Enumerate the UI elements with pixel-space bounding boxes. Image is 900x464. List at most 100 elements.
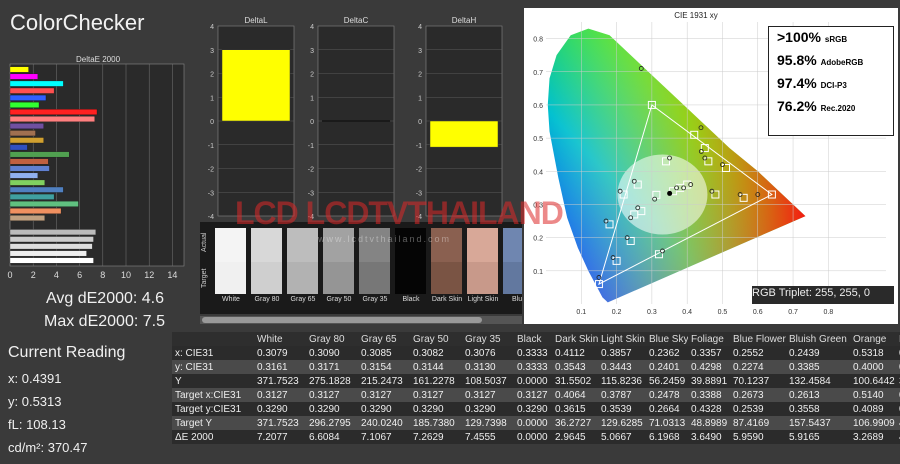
table-header-cell (172, 332, 254, 346)
table-cell: 39.8891 (688, 374, 730, 388)
table-cell: 36.2727 (552, 416, 598, 430)
cie-y-tick: 0.7 (533, 70, 543, 77)
deltae-bar (9, 80, 64, 87)
delta-charts: 43210-1-2-3-443210-1-2-3-443210-1-2-3-4 (208, 24, 503, 221)
actual-label: Actual (201, 232, 208, 252)
deltae-bar (9, 250, 87, 257)
table-header-cell: Bluish Green (786, 332, 850, 346)
table-cell: 0.3085 (358, 346, 410, 360)
table-header-cell: Orange (850, 332, 896, 346)
deltae-x-tick: 10 (121, 270, 131, 280)
table-cell: 132.4584 (786, 374, 850, 388)
swatch-blue: Blue (502, 226, 522, 314)
table-cell: 108.5037 (462, 374, 514, 388)
deltae-bar (9, 172, 38, 179)
table-header-cell: Black (514, 332, 552, 346)
table-cell: 0.4089 (850, 402, 896, 416)
gamut-standard: DCI-P3 (820, 81, 847, 90)
swatch-actual (467, 228, 498, 262)
table-cell: 71.0313 (646, 416, 688, 430)
table-cell: 0.3127 (254, 388, 306, 402)
delta-y-tick: 4 (418, 24, 422, 31)
delta-y-tick: 0 (418, 119, 422, 126)
table-cell: 0.3290 (254, 402, 306, 416)
gamut-percentage: 95.8% (777, 52, 821, 68)
table-cell: 0.4298 (688, 360, 730, 374)
table-cell: 0.2439 (786, 346, 850, 360)
table-cell: 0.16 (896, 360, 900, 374)
table-cell: 0.3615 (552, 402, 598, 416)
table-cell: 56.2459 (646, 374, 688, 388)
table-cell: 3.6490 (688, 430, 730, 444)
table-cell: 0.2274 (730, 360, 786, 374)
swatch-scrollbar[interactable] (200, 316, 522, 324)
delta-y-tick: 2 (418, 72, 422, 79)
table-cell: y: CIE31 (172, 360, 254, 374)
deltae-bar (9, 208, 62, 214)
table-cell: 0.3388 (688, 388, 730, 402)
table-cell: 0.3130 (462, 360, 514, 374)
delta-y-tick: 2 (210, 72, 214, 79)
table-row: Target y:CIE31 0.3290 0.3290 0.3290 0.3290 0.… (172, 402, 900, 416)
delta-y-tick: -2 (416, 167, 422, 174)
table-cell: 0.3385 (786, 360, 850, 374)
table-cell: 0.2613 (786, 388, 850, 402)
table-header-cell: Foliage (688, 332, 730, 346)
swatch-scrollbar-thumb[interactable] (202, 317, 482, 323)
current-reading-title: Current Reading (8, 344, 126, 361)
table-cell: 3.2689 (850, 430, 896, 444)
table-cell: 0.3333 (514, 360, 552, 374)
swatch-target (503, 262, 522, 294)
table-header-cell: White (254, 332, 306, 346)
table-cell: 0.3787 (598, 388, 646, 402)
table-cell: 0.3290 (306, 402, 358, 416)
gamut-standard: Rec.2020 (820, 104, 856, 113)
swatch-target (359, 262, 390, 294)
deltae-bar (9, 151, 70, 158)
table-cell: 0.21 (896, 388, 900, 402)
delta-y-tick: -1 (416, 143, 422, 150)
swatch-label: Gray 80 (254, 296, 280, 303)
table-cell: 0.2664 (646, 402, 688, 416)
table-cell: 240.0240 (358, 416, 410, 430)
target-label: Target (201, 268, 208, 288)
swatch-target (323, 262, 354, 294)
cie-y-tick: 0.8 (533, 37, 543, 44)
table-cell: 0.2539 (730, 402, 786, 416)
swatch-label: Gray 50 (326, 296, 352, 303)
watermark-logo: LCD LCDTVTHAILAND (235, 195, 564, 231)
swatch-target (467, 262, 498, 294)
cie-x-tick: 0.8 (823, 309, 833, 316)
table-cell: 87.4169 (730, 416, 786, 430)
deltae-bar (9, 229, 96, 236)
table-cell: 0.18 (896, 402, 900, 416)
table-cell: 0.3543 (552, 360, 598, 374)
swatch-actual (251, 228, 282, 262)
gamut-percentage: 76.2% (777, 98, 821, 114)
delta-y-tick: 1 (210, 95, 214, 102)
table-cell: 100.6442 (850, 374, 896, 388)
delta-y-tick: -1 (308, 143, 314, 150)
gamut-row: 95.8% AdobeRGB (769, 50, 893, 73)
delta-y-tick: 3 (418, 48, 422, 55)
table-header-cell: Purp (896, 332, 900, 346)
swatch-gray-80: Gray 80 (250, 226, 283, 314)
swatch-label: Blue (511, 296, 522, 303)
table-cell: 0.3357 (688, 346, 730, 360)
cie-white-glow (617, 154, 708, 235)
table-cell: 7.1067 (358, 430, 410, 444)
table-cell: 0.2362 (646, 346, 688, 360)
table-cell: 7.2629 (410, 430, 462, 444)
table-cell: 129.7398 (462, 416, 514, 430)
gamut-row: 97.4% DCI-P3 (769, 73, 893, 96)
table-cell: 7.4555 (462, 430, 514, 444)
table-cell: 0.2552 (730, 346, 786, 360)
table-cell: 0.5318 (850, 346, 896, 360)
cie-x-tick: 0.3 (647, 309, 657, 316)
delta-y-tick: 1 (310, 95, 314, 102)
table-cell: 0.3539 (598, 402, 646, 416)
table-cell: 43.5 (896, 416, 900, 430)
watermark-url: www.lcdtvthailand.com (318, 234, 452, 244)
table-row: Target Y 371.7523 296.2795 240.0240 185.7380… (172, 416, 900, 430)
cie-x-tick: 0.4 (682, 309, 692, 316)
